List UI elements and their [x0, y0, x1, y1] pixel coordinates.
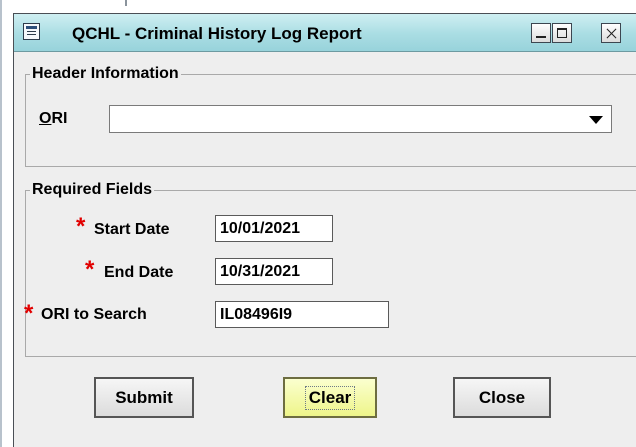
background-divider	[0, 0, 2, 447]
close-button[interactable]: Close	[453, 377, 551, 418]
clear-button-label: Clear	[304, 385, 356, 410]
chevron-down-icon[interactable]	[589, 116, 603, 124]
end-date-label: End Date	[104, 264, 174, 281]
close-icon[interactable]	[601, 23, 621, 43]
minimize-icon[interactable]	[531, 23, 551, 43]
header-information-legend: Header Information	[32, 65, 179, 82]
end-date-required-marker: *	[85, 256, 95, 283]
report-window: QCHL - Criminal History Log Report Heade…	[13, 13, 636, 447]
title-bar[interactable]: QCHL - Criminal History Log Report	[14, 14, 636, 52]
ori-label-rest: RI	[51, 110, 68, 127]
maximize-icon[interactable]	[552, 23, 572, 43]
end-date-field[interactable]: 10/31/2021	[215, 258, 333, 285]
ori-to-search-required-marker: *	[24, 300, 34, 327]
background-tick-mark	[125, 0, 127, 6]
start-date-label: Start Date	[94, 221, 170, 238]
window-title: QCHL - Criminal History Log Report	[72, 24, 362, 43]
start-date-field[interactable]: 10/01/2021	[215, 215, 333, 242]
start-date-required-marker: *	[76, 213, 86, 240]
ori-label-mnemonic: O	[39, 110, 52, 127]
ori-to-search-field[interactable]: IL08496I9	[215, 301, 389, 328]
ori-label: ORI	[39, 109, 67, 129]
submit-button[interactable]: Submit	[94, 377, 194, 418]
window-menu-icon[interactable]	[23, 23, 40, 40]
clear-button[interactable]: Clear	[283, 377, 377, 418]
ori-dropdown[interactable]	[109, 105, 612, 133]
ori-to-search-label: ORI to Search	[41, 306, 147, 323]
required-fields-legend: Required Fields	[32, 181, 153, 198]
